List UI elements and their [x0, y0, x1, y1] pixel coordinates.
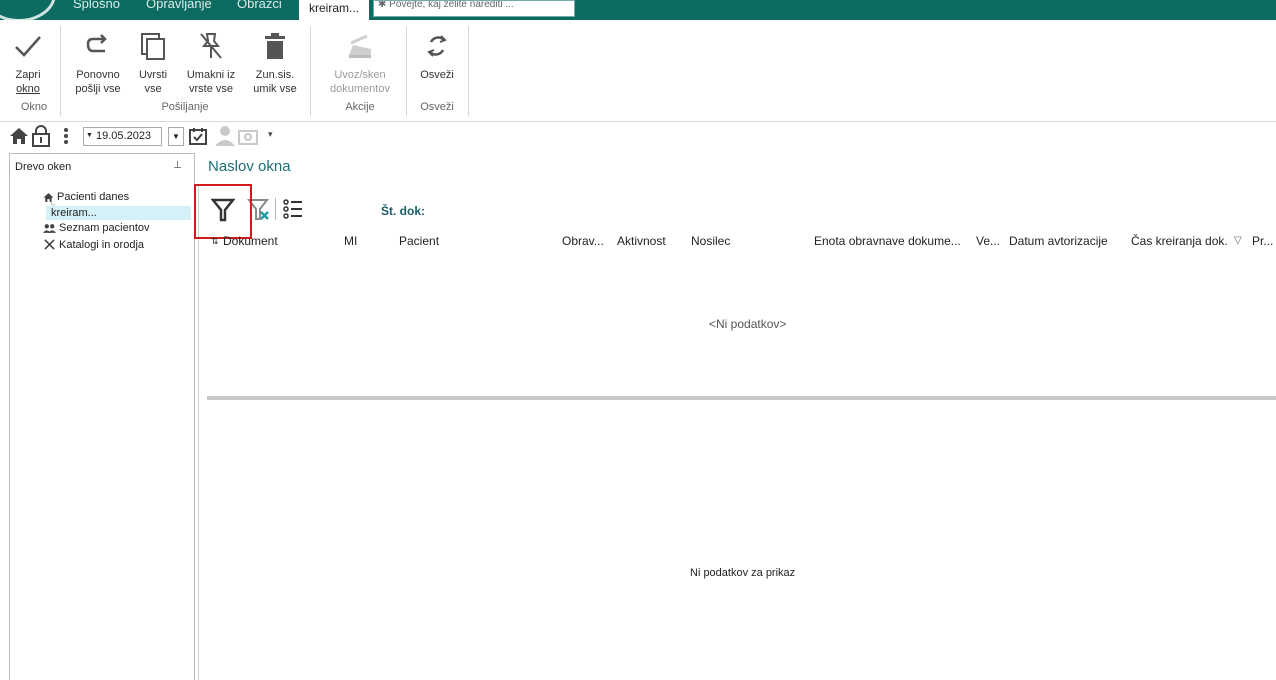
column-header-ve[interactable]: Ve... [976, 234, 1000, 248]
osvezi-label: Osveži [420, 69, 454, 81]
column-header-aktivnost[interactable]: Aktivnost [617, 234, 666, 248]
vrste-vse-label: vrste vse [188, 83, 233, 95]
uvrsti-vse-button[interactable]: Uvrsti vse [133, 24, 173, 96]
calendar-check-icon[interactable] [188, 126, 208, 146]
checkmark-icon [15, 36, 41, 57]
zun-sis-umik-button[interactable]: Zun.sis. umik vse [248, 24, 302, 96]
tree-item-label: Pacienti danes [57, 191, 130, 203]
preview-empty-message: Ni podatkov za prikaz [690, 567, 796, 579]
tell-me-search[interactable]: ✱ Povejte, kaj želite narediti ... [373, 0, 575, 17]
resend-arrow-icon [86, 34, 107, 53]
tree-item-label: Katalogi in orodja [59, 238, 145, 251]
user-icon [215, 126, 235, 146]
vse-label: vse [144, 83, 162, 95]
column-header-nosilec[interactable]: Nosilec [691, 234, 730, 248]
people-icon [43, 223, 56, 233]
splitter-bar[interactable] [207, 396, 1276, 400]
search-placeholder: Povejte, kaj želite narediti ... [389, 0, 514, 10]
grid-empty-message: <Ni podatkov> [709, 317, 787, 331]
group-osvezi: Osveži [420, 101, 454, 113]
st-dok-label: Št. dok: [381, 204, 425, 218]
okno-label: okno [16, 83, 40, 95]
date-dropdown-button[interactable]: ▼ [168, 127, 184, 146]
date-value: 19.05.2023 [96, 130, 152, 142]
umakni-label: Umakni iz [186, 69, 236, 81]
zapri-okno-button[interactable]: Zapri okno [8, 24, 48, 96]
highlight-box [194, 184, 252, 239]
toolbar-separator [275, 198, 276, 220]
tab-obrazci[interactable]: Obrazci [237, 0, 282, 11]
quick-access-bar: 19.05.2023 ▼ ▼ ▾ [0, 122, 1276, 150]
uvrsti-label: Uvrsti [138, 69, 168, 81]
column-header-mi[interactable]: MI [344, 234, 357, 248]
app-logo [0, 0, 56, 20]
tree-item-kreiram[interactable]: kreiram... [46, 206, 191, 220]
ribbon: Zapri okno Ponovno pošlji vse Uvrsti vse… [0, 20, 1276, 122]
pin-icon[interactable]: ⊥ [173, 160, 182, 171]
group-separator [310, 26, 311, 116]
ponovno-label: Ponovno [76, 69, 120, 81]
uvoz-label: Uvoz/sken [334, 69, 386, 81]
osvezi-button[interactable]: Osveži [414, 24, 460, 82]
group-separator [406, 26, 407, 116]
tree-item-seznam-pacientov[interactable]: Seznam pacientov [43, 222, 150, 234]
tree-item-label: kreiram... [51, 207, 97, 219]
umik-vse-label: umik vse [253, 83, 297, 95]
group-posiljanje: Pošiljanje [161, 101, 209, 113]
column-header-enota[interactable]: Enota obravnave dokume... [814, 234, 961, 248]
chevron-down-icon: ▼ [172, 132, 180, 141]
tab-opravljanje[interactable]: Opravljanje [146, 0, 212, 11]
tab-splosno[interactable]: Splošno [73, 0, 120, 11]
lock-icon[interactable] [31, 125, 51, 147]
column-header-cas-kreiranja[interactable]: Čas kreiranja dok. [1131, 234, 1228, 248]
column-header-dokument[interactable]: Dokument [223, 234, 278, 248]
lightbulb-icon: ✱ [378, 0, 390, 10]
column-header-datum-avtorizacije[interactable]: Datum avtorizacije [1009, 234, 1108, 248]
poslji-vse-label: pošlji vse [75, 83, 121, 95]
window-title: Naslov okna [208, 158, 291, 175]
ponovno-poslji-button[interactable]: Ponovno pošlji vse [69, 24, 127, 96]
group-separator [468, 26, 469, 116]
tab-kreiram[interactable]: kreiram... [299, 0, 370, 20]
umakni-iz-vrste-button[interactable]: Umakni iz vrste vse [180, 24, 242, 96]
copy-icon [141, 33, 165, 60]
more-vertical-icon[interactable] [63, 128, 69, 144]
refresh-icon [427, 35, 447, 57]
date-picker[interactable]: 19.05.2023 [83, 127, 162, 146]
panel-divider [198, 186, 199, 680]
title-bar: Splošno Opravljanje Obrazci kreiram... ✱… [0, 0, 1276, 20]
scanner-icon [349, 34, 371, 58]
unpin-icon [200, 33, 222, 59]
window-tree-panel: Drevo oken ⊥ Pacienti danes └ kreiram...… [9, 153, 195, 680]
zapri-label: Zapri [15, 69, 41, 81]
uvoz-sken-button[interactable]: Uvoz/sken dokumentov [322, 24, 398, 96]
group-separator [60, 26, 61, 116]
tools-icon [44, 239, 55, 250]
column-header-pr[interactable]: Pr... [1252, 234, 1273, 248]
customize-dropdown-icon[interactable]: ▾ [268, 129, 273, 140]
sort-filter-icon[interactable]: ▽ [1234, 235, 1242, 246]
tree-item-katalogi[interactable]: Katalogi in orodja [43, 238, 144, 251]
tree-item-pacienti-danes[interactable]: Pacienti danes [43, 191, 129, 203]
home-icon[interactable] [9, 126, 29, 146]
column-header-obrav[interactable]: Obrav... [562, 234, 604, 248]
panel-title: Drevo oken [15, 161, 72, 173]
dokumentov-label: dokumentov [330, 83, 390, 95]
column-chooser-icon[interactable] [283, 199, 303, 219]
tree-item-label: Seznam pacientov [59, 222, 150, 234]
row-indicator-icon: ⇅ [211, 236, 219, 246]
trash-icon [265, 33, 285, 59]
dropdown-arrow-icon[interactable]: ▼ [86, 132, 93, 139]
zunsis-label: Zun.sis. [255, 69, 295, 81]
column-header-pacient[interactable]: Pacient [399, 234, 439, 248]
camera-icon [238, 130, 258, 145]
group-okno: Okno [20, 101, 48, 113]
group-akcije: Akcije [345, 101, 375, 113]
